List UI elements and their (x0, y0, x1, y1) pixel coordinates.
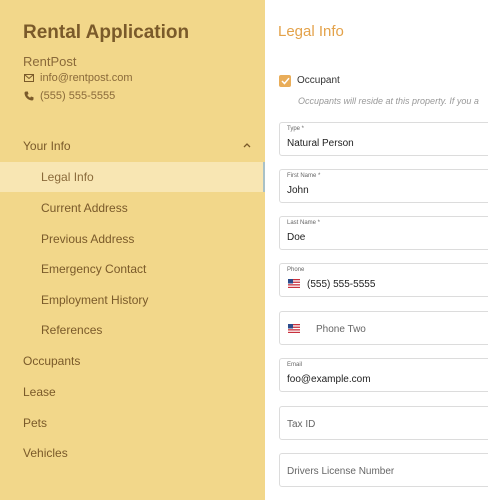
type-value: Natural Person (287, 138, 354, 149)
contact-email: info@rentpost.com (23, 72, 133, 84)
nav-legal-info-label: Legal Info (41, 170, 94, 184)
phone-field[interactable]: Phone (555) 555-5555 (279, 263, 488, 297)
nav-pets[interactable]: Pets (0, 408, 265, 438)
nav-occupants-label: Occupants (23, 354, 81, 368)
nav-lease[interactable]: Lease (0, 377, 265, 407)
last-name-value: Doe (287, 232, 306, 243)
occupant-helper-text: Occupants will reside at this property. … (298, 96, 479, 106)
phone-value: (555) 555-5555 (307, 279, 376, 290)
company-name: RentPost (23, 54, 77, 69)
nav-your-info-label: Your Info (23, 139, 71, 153)
first-name-value: John (287, 185, 309, 196)
nav-your-info[interactable]: Your Info (0, 131, 265, 161)
nav-lease-label: Lease (23, 385, 56, 399)
occupant-checkbox-label: Occupant (297, 75, 340, 86)
email-value: foo@example.com (287, 374, 371, 385)
type-label: Type * (287, 126, 305, 132)
first-name-field[interactable]: First Name * John (279, 169, 488, 203)
nav-current-address-label: Current Address (41, 201, 128, 215)
last-name-field[interactable]: Last Name * Doe (279, 216, 488, 250)
us-flag-icon[interactable] (288, 279, 300, 288)
nav-references-label: References (41, 323, 103, 337)
contact-phone: (555) 555-5555 (23, 90, 115, 102)
phone-icon (23, 91, 34, 102)
nav-previous-address[interactable]: Previous Address (0, 224, 265, 254)
nav-vehicles[interactable]: Vehicles (0, 438, 265, 468)
nav-emergency-contact-label: Emergency Contact (41, 262, 147, 276)
email-field[interactable]: Email foo@example.com (279, 358, 488, 392)
occupant-checkbox[interactable] (279, 75, 291, 87)
sidebar: Rental Application RentPost info@rentpos… (0, 0, 265, 500)
nav-previous-address-label: Previous Address (41, 232, 135, 246)
app-title: Rental Application (23, 22, 190, 43)
chevron-up-icon[interactable] (241, 139, 253, 151)
nav-legal-info[interactable]: Legal Info (0, 162, 265, 192)
tax-id-field[interactable]: Tax ID (279, 406, 488, 440)
check-icon (280, 77, 290, 85)
email-label: Email (287, 362, 303, 368)
nav-employment-history[interactable]: Employment History (0, 285, 265, 315)
first-name-label: First Name * (287, 173, 321, 179)
nav-occupants[interactable]: Occupants (0, 346, 265, 376)
nav-current-address[interactable]: Current Address (0, 193, 265, 223)
nav-references[interactable]: References (0, 315, 265, 345)
type-select[interactable]: Type * Natural Person (279, 122, 488, 156)
nav-pets-label: Pets (23, 416, 48, 430)
mail-icon (23, 73, 34, 84)
nav-vehicles-label: Vehicles (23, 446, 68, 460)
us-flag-icon[interactable] (288, 324, 300, 333)
phone-text: (555) 555-5555 (40, 90, 116, 102)
nav-employment-history-label: Employment History (41, 293, 149, 307)
last-name-label: Last Name * (287, 220, 321, 226)
drivers-license-field[interactable]: Drivers License Number (279, 453, 488, 487)
email-text: info@rentpost.com (40, 72, 133, 84)
nav-emergency-contact[interactable]: Emergency Contact (0, 254, 265, 284)
tax-id-placeholder: Tax ID (287, 419, 316, 430)
phone-two-placeholder: Phone Two (316, 324, 366, 335)
phone-label: Phone (287, 267, 305, 273)
phone-two-field[interactable]: Phone Two (279, 311, 488, 345)
main-content: Legal Info Occupant Occupants will resid… (265, 0, 488, 500)
page-title: Legal Info (278, 23, 344, 40)
drivers-license-placeholder: Drivers License Number (287, 466, 395, 477)
